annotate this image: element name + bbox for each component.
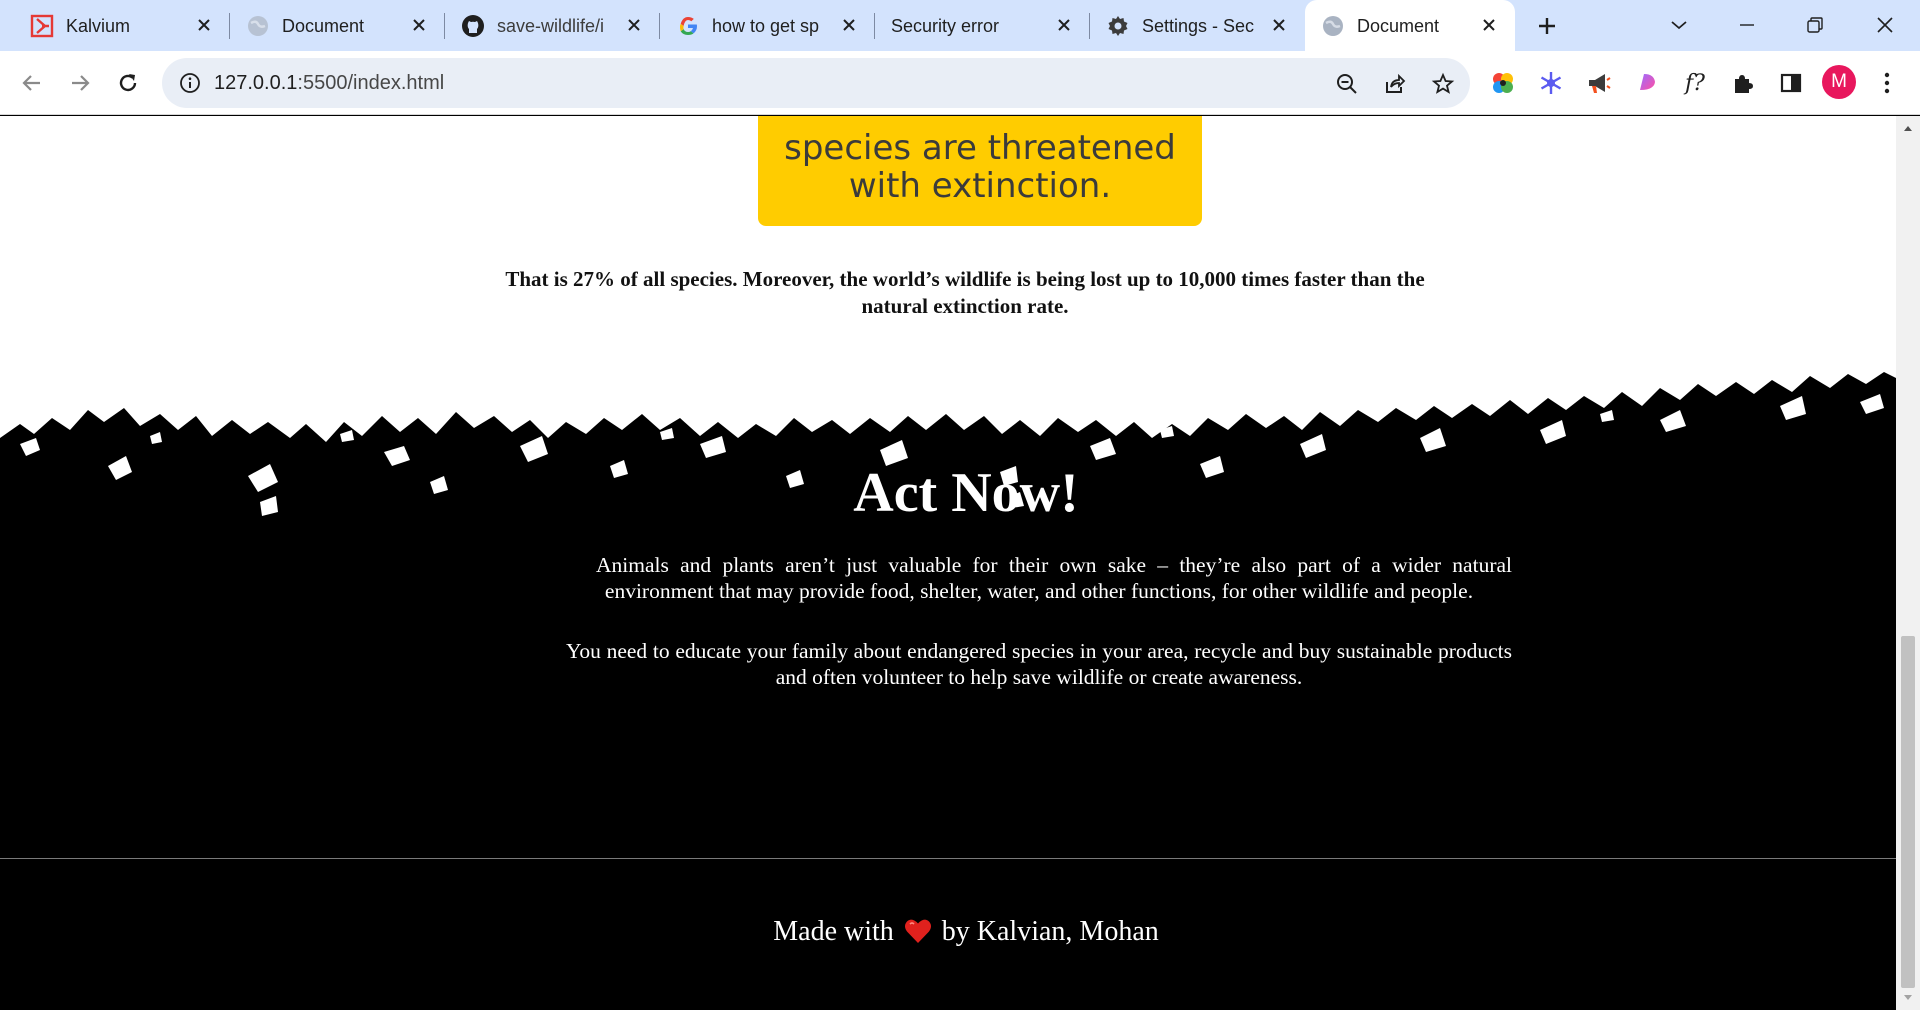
github-icon bbox=[461, 14, 485, 38]
act-now-paragraph: You need to educate your family about en… bbox=[566, 639, 1512, 689]
page-viewport: species are threatened with extinction. … bbox=[0, 116, 1896, 1010]
url-host: 127.0.0.1 bbox=[214, 72, 298, 94]
scrollbar-thumb[interactable] bbox=[1901, 636, 1915, 988]
snowflake-extension-icon[interactable] bbox=[1536, 68, 1566, 98]
close-icon[interactable] bbox=[1052, 13, 1076, 37]
url-path: :5500/index.html bbox=[297, 72, 445, 94]
close-icon[interactable] bbox=[1477, 13, 1501, 37]
card-line: species are threatened bbox=[784, 128, 1176, 168]
tab-title: Security error bbox=[891, 16, 1000, 36]
profile-avatar[interactable]: M bbox=[1822, 65, 1856, 99]
tab-google-search[interactable]: how to get sp bbox=[660, 0, 875, 51]
footer-text-before: Made with bbox=[773, 916, 894, 947]
extinction-fact-text: That is 27% of all species. Moreover, th… bbox=[505, 267, 1425, 318]
bookmark-star-icon[interactable] bbox=[1430, 71, 1456, 97]
menu-kebab-icon[interactable] bbox=[1872, 68, 1902, 98]
scroll-up-arrow-icon[interactable] bbox=[1896, 116, 1920, 140]
tab-strip: Kalvium Document save-wildlife/i how to … bbox=[0, 0, 1920, 51]
share-icon[interactable] bbox=[1382, 71, 1408, 97]
tab-security-error[interactable]: Security error bbox=[875, 0, 1090, 51]
tab-title: how to get sp bbox=[712, 16, 820, 36]
new-tab-button[interactable] bbox=[1532, 11, 1562, 41]
heart-icon bbox=[904, 919, 931, 943]
reload-button[interactable] bbox=[110, 65, 146, 101]
google-icon bbox=[676, 14, 700, 38]
url-text[interactable]: 127.0.0.1:5500/index.html bbox=[214, 70, 444, 96]
tab-search-chevron-icon[interactable] bbox=[1664, 10, 1694, 40]
footer-divider bbox=[0, 858, 1896, 859]
zoom-icon[interactable] bbox=[1334, 71, 1360, 97]
act-now-heading: Act Now! bbox=[853, 462, 1079, 524]
extensions-puzzle-icon[interactable] bbox=[1728, 68, 1758, 98]
grunge-edge-divider bbox=[0, 372, 1896, 586]
tab-settings[interactable]: Settings - Sec bbox=[1090, 0, 1305, 51]
tab-title: save-wildlife/i bbox=[497, 16, 605, 36]
close-icon[interactable] bbox=[837, 13, 861, 37]
extinction-stat-card: species are threatened with extinction. bbox=[758, 116, 1202, 226]
restore-button[interactable] bbox=[1800, 10, 1830, 40]
close-icon[interactable] bbox=[407, 13, 431, 37]
act-now-paragraph: Animals and plants aren’t just valuable … bbox=[596, 553, 1512, 603]
fonts-extension-icon[interactable]: f? bbox=[1680, 68, 1710, 98]
address-bar[interactable]: 127.0.0.1:5500/index.html bbox=[162, 58, 1470, 108]
close-icon[interactable] bbox=[192, 13, 216, 37]
close-window-button[interactable] bbox=[1870, 10, 1900, 40]
card-line: with extinction. bbox=[848, 166, 1112, 206]
color-picker-extension-icon[interactable] bbox=[1488, 68, 1518, 98]
close-icon[interactable] bbox=[1267, 13, 1291, 37]
side-panel-icon[interactable] bbox=[1776, 68, 1806, 98]
footer-credit: Made with by Kalvian, Mohan bbox=[0, 916, 1896, 948]
globe-icon bbox=[1321, 14, 1345, 38]
back-button[interactable] bbox=[14, 65, 50, 101]
browser-toolbar: 127.0.0.1:5500/index.html f? M bbox=[0, 51, 1920, 115]
tab-kalvium[interactable]: Kalvium bbox=[0, 0, 230, 51]
close-icon[interactable] bbox=[622, 13, 646, 37]
scroll-down-arrow-icon[interactable] bbox=[1896, 986, 1920, 1010]
tab-title: Document bbox=[1357, 16, 1440, 36]
tab-github[interactable]: save-wildlife/i bbox=[445, 0, 660, 51]
vertical-scrollbar[interactable] bbox=[1896, 116, 1920, 1010]
gear-icon bbox=[1106, 14, 1130, 38]
gradient-extension-icon[interactable] bbox=[1632, 68, 1662, 98]
megaphone-extension-icon[interactable] bbox=[1584, 68, 1614, 98]
globe-icon bbox=[246, 14, 270, 38]
tab-title: Document bbox=[282, 16, 365, 36]
site-info-icon[interactable] bbox=[178, 71, 202, 95]
tab-title: Settings - Sec bbox=[1142, 16, 1255, 36]
tab-title: Kalvium bbox=[66, 16, 131, 36]
tab-document[interactable]: Document bbox=[230, 0, 445, 51]
footer-text-after: by Kalvian, Mohan bbox=[941, 916, 1159, 947]
tab-document-active[interactable]: Document bbox=[1305, 0, 1515, 51]
kalvium-logo-icon bbox=[30, 14, 54, 38]
minimize-button[interactable] bbox=[1732, 10, 1762, 40]
forward-button[interactable] bbox=[62, 65, 98, 101]
fonts-extension-label: f? bbox=[1685, 70, 1705, 96]
